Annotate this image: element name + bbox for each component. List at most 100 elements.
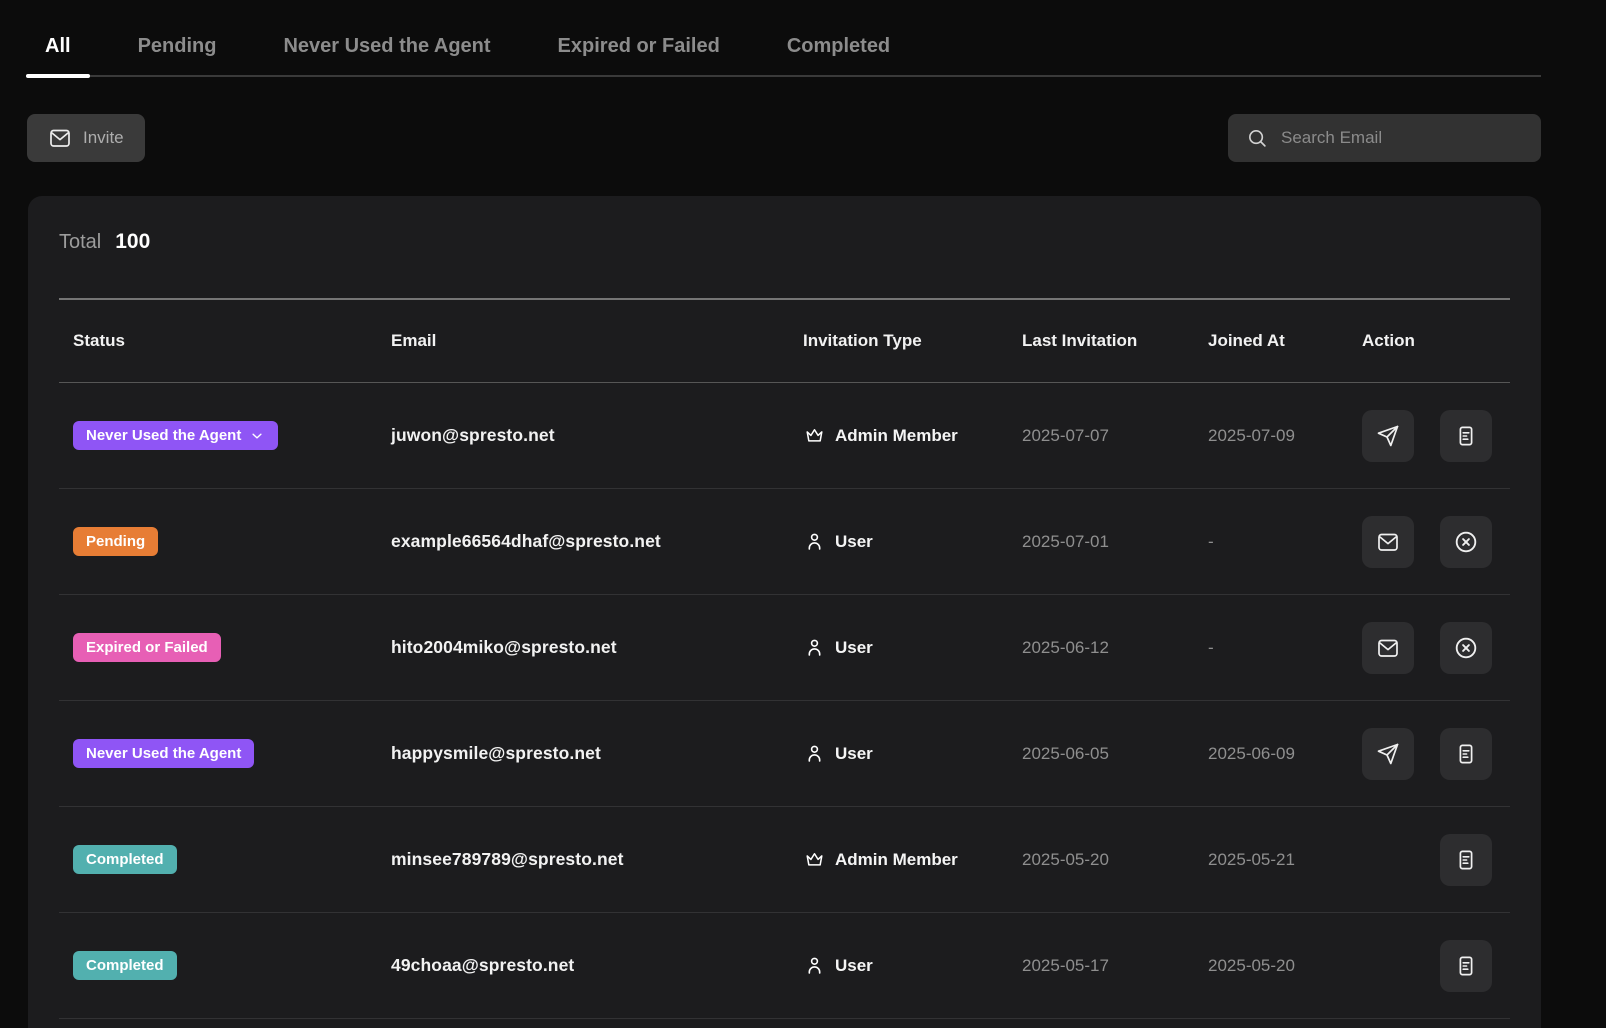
col-status: Status — [59, 331, 377, 351]
chevron-down-icon — [249, 428, 265, 444]
total-label: Total — [59, 229, 101, 255]
status-badge: Never Used the Agent — [73, 739, 254, 768]
status-badge-label: Completed — [86, 851, 164, 868]
invitation-type-value: User — [789, 636, 1008, 659]
invite-button[interactable]: Invite — [27, 114, 145, 162]
joined-at-value: 2025-07-09 — [1194, 426, 1348, 446]
email-value: example66564dhaf@spresto.net — [377, 531, 789, 552]
email-value: hito2004miko@spresto.net — [377, 637, 789, 658]
col-email: Email — [377, 331, 789, 351]
mail-icon — [48, 126, 72, 150]
invitation-log-button[interactable] — [1440, 834, 1492, 886]
invitation-type-label: Admin Member — [835, 850, 958, 870]
joined-at-value: 2025-05-21 — [1194, 850, 1348, 870]
person-icon — [803, 954, 826, 977]
last-invitation-value: 2025-05-20 — [1008, 850, 1194, 870]
tab-all[interactable]: All — [26, 34, 90, 75]
invitation-type-label: User — [835, 956, 873, 976]
invitation-type-value: User — [789, 530, 1008, 553]
col-invitation-type: Invitation Type — [789, 331, 1008, 351]
last-invitation-value: 2025-07-07 — [1008, 426, 1194, 446]
search-icon — [1246, 127, 1268, 149]
cancel-circle-icon — [1453, 529, 1479, 555]
email-value: minsee789789@spresto.net — [377, 849, 789, 870]
invitation-log-button[interactable] — [1440, 940, 1492, 992]
table-row: Completed minsee789789@spresto.net Admin… — [59, 807, 1510, 913]
invitation-log-button[interactable] — [1440, 728, 1492, 780]
search-email-input[interactable] — [1281, 128, 1523, 148]
invitations-card: Total 100 Status Email Invitation Type L… — [28, 196, 1541, 1028]
last-invitation-value: 2025-06-12 — [1008, 638, 1194, 658]
invitation-type-value: User — [789, 954, 1008, 977]
document-icon — [1454, 424, 1478, 448]
table-row: Never Used the Agent happysmile@spresto.… — [59, 701, 1510, 807]
invitation-type-value: Admin Member — [789, 424, 1008, 447]
document-icon — [1454, 848, 1478, 872]
col-action: Action — [1348, 331, 1510, 351]
cancel-circle-icon — [1453, 635, 1479, 661]
table-row: Expired or Failed hito2004miko@spresto.n… — [59, 595, 1510, 701]
tab-expired-or-failed[interactable]: Expired or Failed — [539, 34, 739, 75]
invitations-table: Status Email Invitation Type Last Invita… — [59, 298, 1510, 1019]
table-row: Never Used the Agent juwon@spresto.net A… — [59, 383, 1510, 489]
document-icon — [1454, 742, 1478, 766]
table-header: Status Email Invitation Type Last Invita… — [59, 300, 1510, 383]
status-badge: Expired or Failed — [73, 633, 221, 662]
status-badge-label: Never Used the Agent — [86, 745, 241, 762]
person-icon — [803, 636, 826, 659]
invite-button-label: Invite — [83, 128, 124, 148]
tab-never-used-the-agent[interactable]: Never Used the Agent — [264, 34, 509, 75]
mail-icon — [1376, 530, 1400, 554]
col-joined-at: Joined At — [1194, 331, 1348, 351]
status-badge-dropdown[interactable]: Never Used the Agent — [73, 421, 278, 450]
send-icon — [1376, 424, 1400, 448]
email-value: juwon@spresto.net — [377, 425, 789, 446]
invitation-type-value: Admin Member — [789, 848, 1008, 871]
tab-pending[interactable]: Pending — [119, 34, 236, 75]
toolbar: Invite — [27, 114, 1541, 162]
status-badge-label: Completed — [86, 957, 164, 974]
mail-icon — [1376, 636, 1400, 660]
crown-icon — [803, 424, 826, 447]
status-badge: Pending — [73, 527, 158, 556]
table-row: Completed 49choaa@spresto.net User 2025-… — [59, 913, 1510, 1019]
last-invitation-value: 2025-05-17 — [1008, 956, 1194, 976]
status-badge: Completed — [73, 951, 177, 980]
table-row: Pending example66564dhaf@spresto.net Use… — [59, 489, 1510, 595]
joined-at-value: 2025-06-09 — [1194, 744, 1348, 764]
invitation-type-label: User — [835, 532, 873, 552]
col-last-invitation: Last Invitation — [1008, 331, 1194, 351]
send-mail-button[interactable] — [1362, 516, 1414, 568]
tab-completed[interactable]: Completed — [768, 34, 909, 75]
email-value: 49choaa@spresto.net — [377, 955, 789, 976]
status-badge-label: Never Used the Agent — [86, 427, 241, 444]
crown-icon — [803, 848, 826, 871]
cancel-invitation-button[interactable] — [1440, 516, 1492, 568]
document-icon — [1454, 954, 1478, 978]
joined-at-value: - — [1194, 638, 1348, 658]
person-icon — [803, 742, 826, 765]
search-box — [1228, 114, 1541, 162]
status-filter-tabs: All Pending Never Used the Agent Expired… — [26, 34, 1541, 77]
send-mail-button[interactable] — [1362, 622, 1414, 674]
invitation-type-label: User — [835, 744, 873, 764]
person-icon — [803, 530, 826, 553]
total-value: 100 — [115, 229, 150, 255]
send-icon — [1376, 742, 1400, 766]
total-count: Total 100 — [59, 196, 1510, 255]
joined-at-value: 2025-05-20 — [1194, 956, 1348, 976]
invitation-type-label: Admin Member — [835, 426, 958, 446]
status-badge-label: Pending — [86, 533, 145, 550]
resend-invitation-button[interactable] — [1362, 410, 1414, 462]
invitation-type-label: User — [835, 638, 873, 658]
last-invitation-value: 2025-06-05 — [1008, 744, 1194, 764]
last-invitation-value: 2025-07-01 — [1008, 532, 1194, 552]
joined-at-value: - — [1194, 532, 1348, 552]
cancel-invitation-button[interactable] — [1440, 622, 1492, 674]
email-value: happysmile@spresto.net — [377, 743, 789, 764]
invitation-log-button[interactable] — [1440, 410, 1492, 462]
invitation-type-value: User — [789, 742, 1008, 765]
status-badge: Completed — [73, 845, 177, 874]
status-badge-label: Expired or Failed — [86, 639, 208, 656]
resend-invitation-button[interactable] — [1362, 728, 1414, 780]
